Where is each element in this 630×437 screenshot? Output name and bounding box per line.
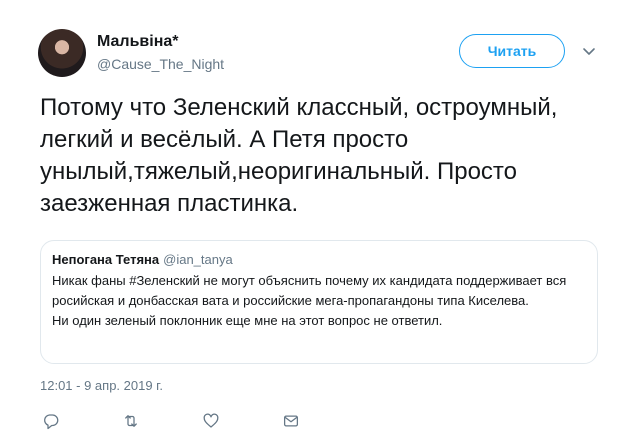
- retweet-icon: [125, 415, 137, 427]
- tweet-timestamp[interactable]: 12:01 - 9 апр. 2019 г.: [40, 378, 163, 393]
- like-button[interactable]: [200, 410, 222, 432]
- quoted-author-name: Непогана Тетяна: [52, 252, 160, 267]
- direct-message-button[interactable]: [280, 410, 302, 432]
- follow-button[interactable]: Читать: [459, 34, 565, 68]
- quoted-author-handle: @ian_tanya: [163, 252, 233, 267]
- quoted-tweet-text: Никак фаны #Зеленский не могут объяснить…: [52, 273, 567, 328]
- quoted-tweet[interactable]: Непогана Тетяна @ian_tanya Никак фаны #Зе…: [40, 240, 598, 364]
- message-icon: [283, 415, 299, 427]
- chevron-down-icon[interactable]: [581, 43, 597, 59]
- author-display-name[interactable]: Мальвіна*: [97, 33, 179, 51]
- tweet-text: Потому что Зеленский классный, остроумны…: [40, 94, 558, 217]
- avatar[interactable]: [38, 29, 86, 77]
- like-icon: [203, 413, 219, 428]
- retweet-button[interactable]: [120, 410, 142, 432]
- reply-icon: [44, 414, 59, 430]
- quoted-tweet-header: Непогана Тетяна @ian_tanya: [52, 251, 586, 269]
- reply-button[interactable]: [40, 410, 62, 432]
- author-handle[interactable]: @Cause_The_Night: [97, 56, 224, 72]
